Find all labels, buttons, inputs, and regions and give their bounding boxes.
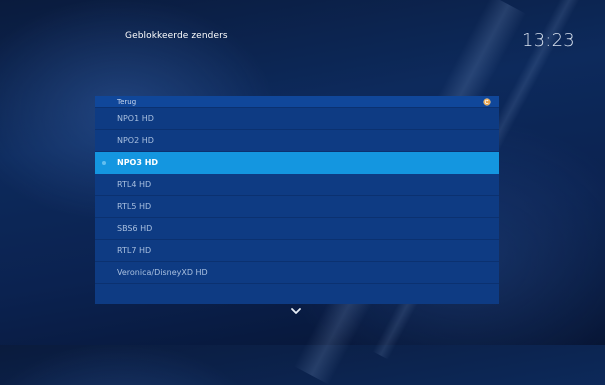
blocked-channels-list: Terug NPO1 HD NPO2 HD NPO3 HD RTL4 HD RT… — [95, 96, 499, 304]
channel-row[interactable]: RTL7 HD — [95, 240, 499, 262]
channel-row[interactable]: NPO2 HD — [95, 130, 499, 152]
channel-label: RTL7 HD — [117, 246, 152, 255]
channel-label: NPO3 HD — [117, 158, 159, 167]
channel-row[interactable]: NPO1 HD — [95, 108, 499, 130]
channel-row[interactable]: RTL5 HD — [95, 196, 499, 218]
channel-row[interactable]: SBS6 HD — [95, 218, 499, 240]
channel-label: Veronica/DisneyXD HD — [117, 268, 208, 277]
back-icon — [483, 98, 491, 106]
channel-label: RTL5 HD — [117, 202, 152, 211]
back-label: Terug — [117, 98, 137, 106]
channel-label: NPO2 HD — [117, 136, 154, 145]
page-title: Geblokkeerde zenders — [125, 31, 228, 41]
channel-row-selected[interactable]: NPO3 HD — [95, 152, 499, 174]
channel-label: SBS6 HD — [117, 224, 153, 233]
channel-row[interactable]: Veronica/DisneyXD HD — [95, 262, 499, 284]
back-row[interactable]: Terug — [95, 96, 499, 108]
clock: 13:23 — [522, 30, 575, 51]
chevron-down-icon[interactable] — [290, 307, 302, 315]
channel-label: RTL4 HD — [117, 180, 152, 189]
channel-label: NPO1 HD — [117, 114, 154, 123]
channel-row[interactable]: RTL4 HD — [95, 174, 499, 196]
